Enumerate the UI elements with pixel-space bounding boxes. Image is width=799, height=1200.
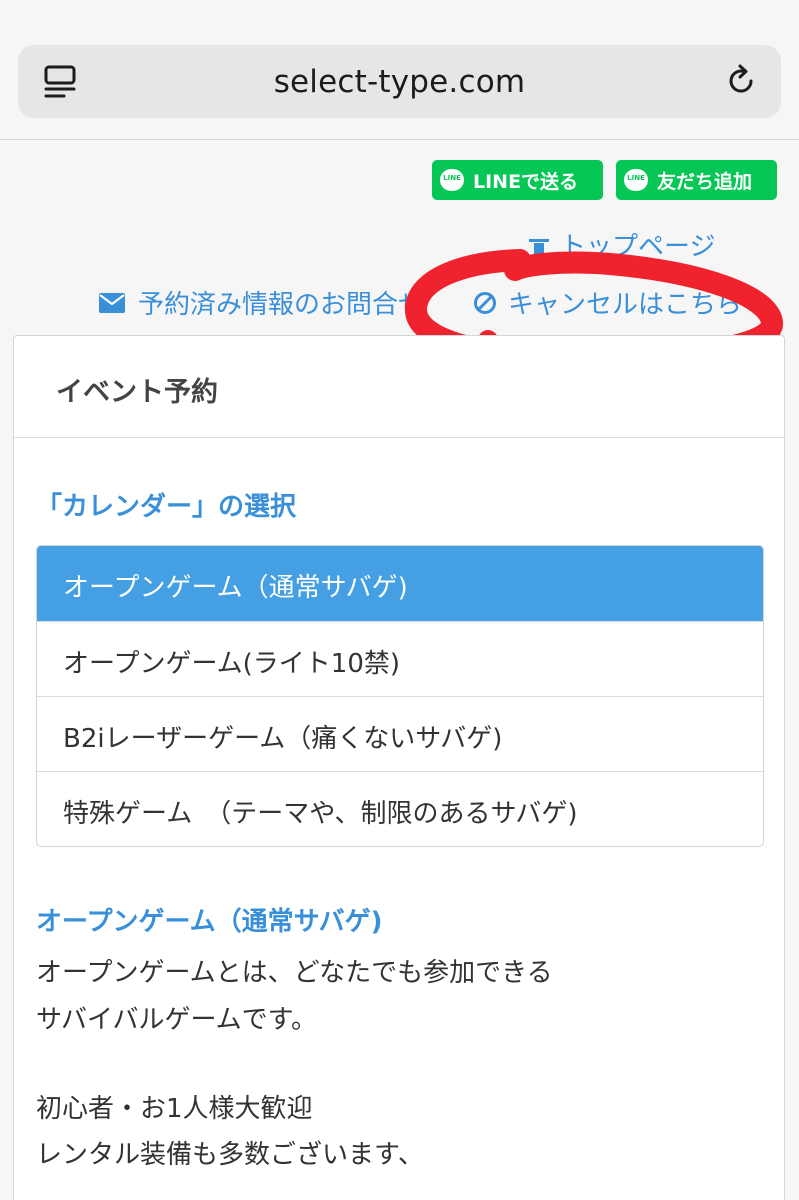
home-icon [529,238,549,255]
ban-icon [474,291,496,314]
reservation-inquiry-link[interactable]: 予約済み情報のお問合せ [98,284,424,321]
envelope-icon [99,292,125,313]
cancel-label: キャンセルはこちら [508,290,743,320]
line-logo-icon: LINE [440,169,464,191]
description-line: サバイバルゲームです。 [36,1005,318,1035]
description-title: オープンゲーム（通常サバゲ) [36,907,383,937]
calendar-item-special-game[interactable]: 特殊ゲーム （テーマや、制限のあるサバゲ) [37,771,763,846]
calendar-list: オープンゲーム（通常サバゲ) オープンゲーム(ライト10禁) B2iレーザーゲー… [36,545,764,847]
browser-address-bar: select-type.com [0,0,799,140]
top-page-link[interactable]: トップページ [528,226,715,263]
line-send-label: LINEで送る [473,170,579,193]
calendar-select-heading: 「カレンダー」の選択 [36,492,297,522]
top-page-label: トップページ [560,232,716,262]
line-add-friend-button[interactable]: LINE 友だち追加 [616,160,777,200]
line-add-friend-label: 友だち追加 [657,170,753,193]
reload-icon[interactable] [723,63,759,99]
line-logo-icon: LINE [624,169,648,191]
calendar-item-laser-game[interactable]: B2iレーザーゲーム（痛くないサバゲ) [37,696,763,771]
line-send-button[interactable]: LINE LINEで送る [432,160,603,200]
description-line: レンタル装備も多数ございます、 [36,1140,424,1170]
inquiry-label: 予約済み情報のお問合せ [138,290,425,320]
calendar-item-open-game-light[interactable]: オープンゲーム(ライト10禁) [37,621,763,696]
card-title: イベント予約 [14,336,784,438]
calendar-item-open-game[interactable]: オープンゲーム（通常サバゲ) [37,546,763,621]
url-text: select-type.com [273,64,526,100]
event-reservation-card: イベント予約 「カレンダー」の選択 オープンゲーム（通常サバゲ) オープンゲーム… [13,335,785,1200]
url-field[interactable]: select-type.com [18,45,781,118]
cancel-link[interactable]: キャンセルはこちら [473,284,742,321]
description-line: 初心者・お1人様大歓迎 [36,1094,313,1124]
description-line: オープンゲームとは、どなたでも参加できる [36,958,553,988]
